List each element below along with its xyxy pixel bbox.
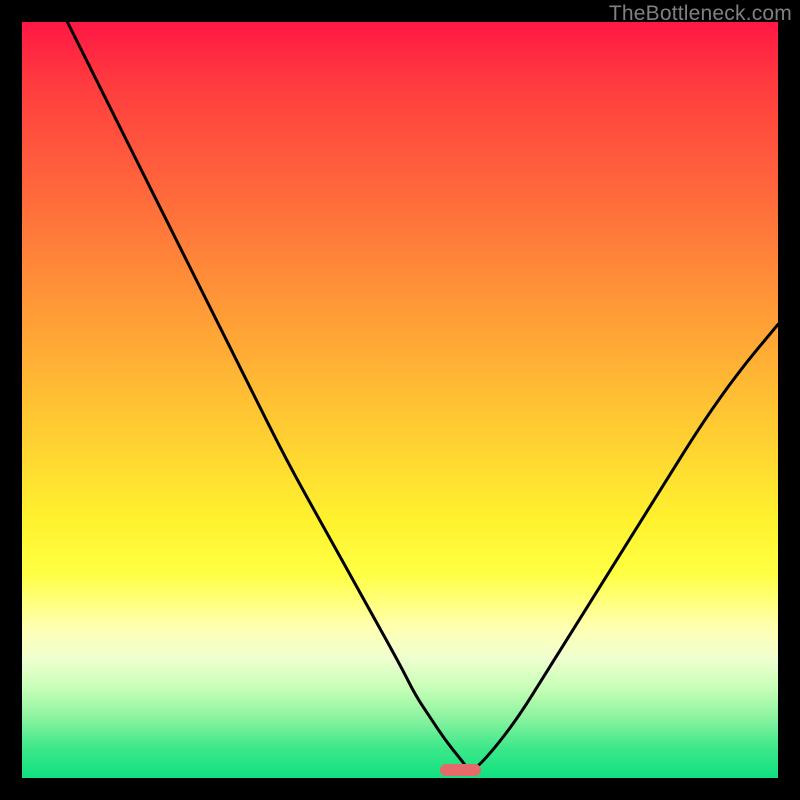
optimal-marker xyxy=(440,764,482,776)
plot-area xyxy=(22,22,778,778)
watermark-text: TheBottleneck.com xyxy=(609,2,792,26)
chart-frame: TheBottleneck.com xyxy=(0,0,800,800)
bottleneck-curve xyxy=(22,22,778,778)
